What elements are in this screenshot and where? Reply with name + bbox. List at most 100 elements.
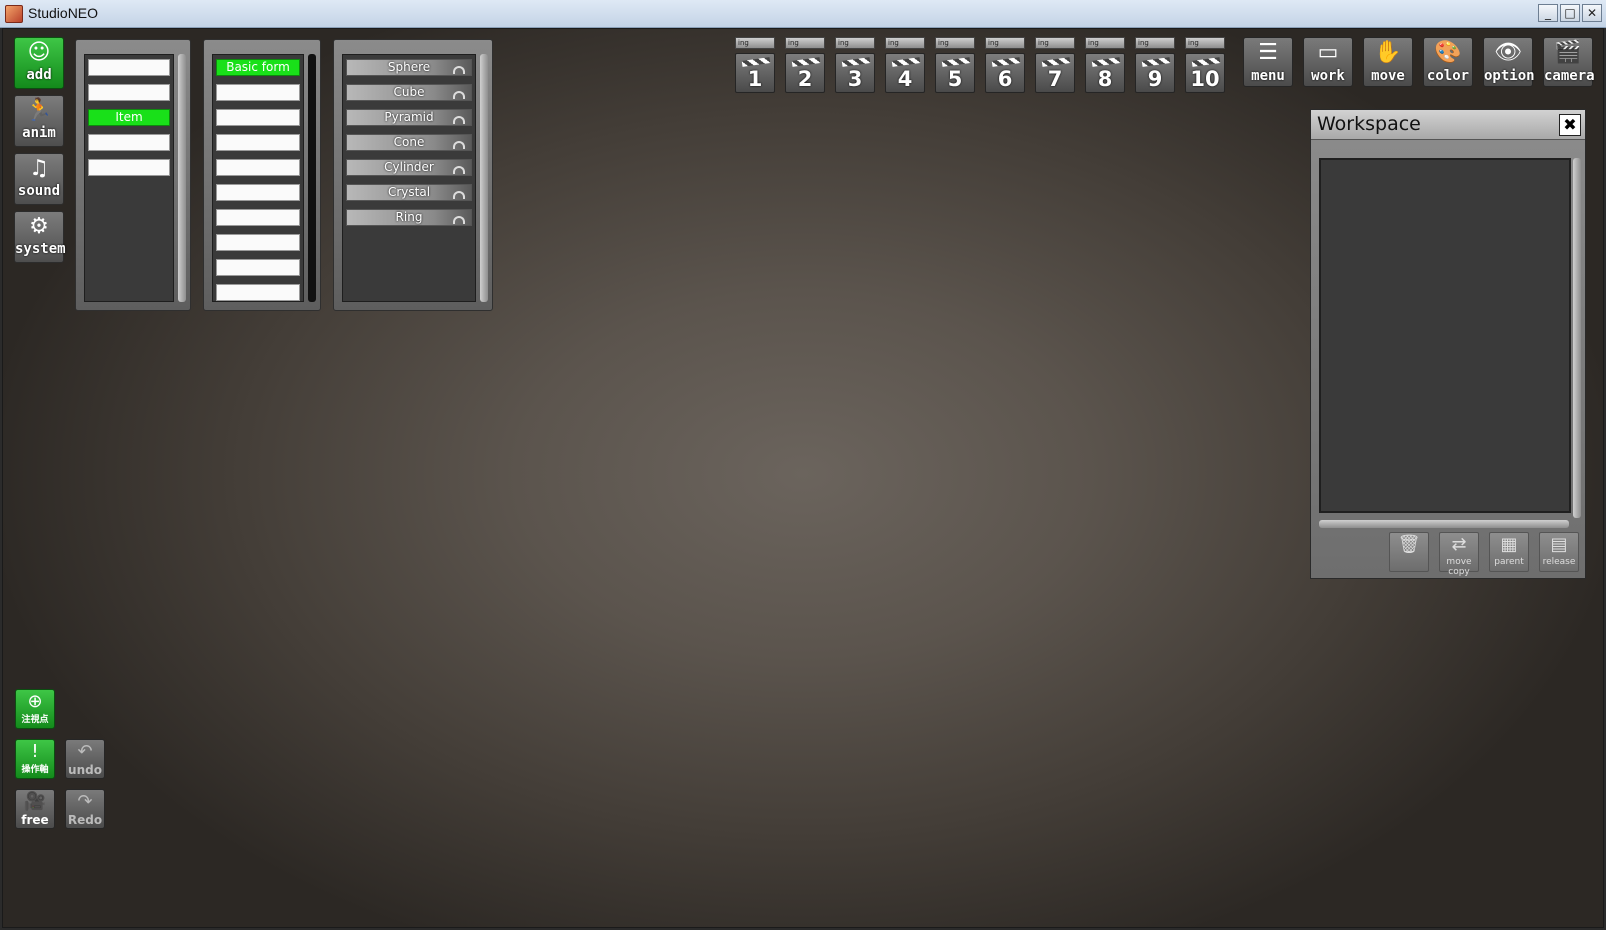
scene-button-6[interactable]: ing 6 (985, 37, 1025, 97)
clapperboard-icon: 10 (1185, 53, 1225, 93)
move-button[interactable]: ✋ move (1363, 37, 1413, 87)
parent-button[interactable]: ▦ parent (1489, 532, 1529, 572)
option-button[interactable]: 👁 option (1483, 37, 1535, 87)
toggle-icon (453, 66, 465, 74)
focus-point-button[interactable]: ⊕ 注視点 (15, 689, 55, 729)
manipulation-axis-button[interactable]: ! 操作軸 (15, 739, 55, 779)
redo-arrow-icon: ↷ (77, 791, 93, 812)
scene-button-10[interactable]: ing 10 (1185, 37, 1225, 97)
list-icon: ☰ (1258, 40, 1278, 65)
add-button[interactable]: ☺ add (14, 37, 64, 89)
undo-button[interactable]: ↶ undo (65, 739, 105, 779)
delete-button[interactable]: 🗑 (1389, 532, 1429, 572)
scrollbar[interactable] (480, 54, 488, 302)
music-note-icon: ♫ (29, 156, 49, 181)
toggle-icon (453, 216, 465, 224)
list-item[interactable] (216, 109, 300, 126)
clapperboard-icon: 2 (785, 53, 825, 93)
list-item-cube[interactable]: Cube (346, 84, 472, 101)
list-item[interactable] (216, 284, 300, 301)
horizontal-scrollbar[interactable] (1319, 520, 1569, 528)
list-item[interactable] (88, 59, 170, 76)
list-item[interactable] (216, 84, 300, 101)
move-copy-button[interactable]: ⇄ move copy (1439, 532, 1479, 577)
list-item[interactable] (216, 259, 300, 276)
title-bar: StudioNEO _ □ ✕ (0, 0, 1606, 28)
window-title: StudioNEO (28, 5, 99, 21)
workspace-header[interactable]: Workspace ✖ (1311, 110, 1585, 140)
axis-icon: ! (31, 741, 39, 762)
list-item-cone[interactable]: Cone (346, 134, 472, 151)
scene-button-4[interactable]: ing 4 (885, 37, 925, 97)
anim-button[interactable]: 🏃 anim (14, 95, 64, 147)
category-list-panel: Item (75, 39, 191, 311)
list-item[interactable] (88, 134, 170, 151)
workspace-title: Workspace (1317, 113, 1421, 135)
sound-button[interactable]: ♫ sound (14, 153, 64, 205)
clapperboard-icon: 6 (985, 53, 1025, 93)
list-item-sphere[interactable]: Sphere (346, 59, 472, 76)
scene-button-7[interactable]: ing 7 (1035, 37, 1075, 97)
redo-button[interactable]: ↷ Redo (65, 789, 105, 829)
workspace-tree[interactable] (1319, 158, 1571, 513)
scene-button-1[interactable]: ing 1 (735, 37, 775, 97)
clapperboard-icon: 7 (1035, 53, 1075, 93)
palette-icon: 🎨 (1434, 40, 1462, 65)
window-icon: ▭ (1317, 40, 1339, 65)
list-item-pyramid[interactable]: Pyramid (346, 109, 472, 126)
scene-button-9[interactable]: ing 9 (1135, 37, 1175, 97)
minimize-button[interactable]: _ (1538, 4, 1558, 22)
list-item-ring[interactable]: Ring (346, 209, 472, 226)
toggle-icon (453, 166, 465, 174)
toggle-icon (453, 191, 465, 199)
plus-circle-icon: ⊕ (27, 691, 43, 712)
close-window-button[interactable]: ✕ (1582, 4, 1602, 22)
clapperboard-icon: 9 (1135, 53, 1175, 93)
release-button[interactable]: ▤ release (1539, 532, 1579, 572)
list-item-item-selected[interactable]: Item (88, 109, 170, 126)
parent-icon: ▦ (1500, 534, 1518, 555)
clapperboard-icon: 8 (1085, 53, 1125, 93)
scene-button-8[interactable]: ing 8 (1085, 37, 1125, 97)
vertical-scrollbar[interactable] (1573, 158, 1581, 518)
running-person-icon: 🏃 (25, 98, 53, 123)
clapperboard-icon: 3 (835, 53, 875, 93)
workspace-window: Workspace ✖ 🗑 ⇄ move copy ▦ parent ▤ releas… (1310, 109, 1586, 579)
toggle-icon (453, 116, 465, 124)
close-icon[interactable]: ✖ (1559, 114, 1581, 136)
scrollbar[interactable] (308, 54, 316, 302)
list-item-basic-form-selected[interactable]: Basic form (216, 59, 300, 76)
eye-icon: 👁 (1494, 40, 1522, 65)
free-camera-button[interactable]: 🎥 free (15, 789, 55, 829)
list-item[interactable] (88, 84, 170, 101)
trash-icon: 🗑 (1397, 534, 1421, 555)
item-list-panel: Sphere Cube Pyramid Cone Cylinder Crysta… (333, 39, 493, 311)
color-button[interactable]: 🎨 color (1423, 37, 1473, 87)
list-item-crystal[interactable]: Crystal (346, 184, 472, 201)
list-item[interactable] (216, 184, 300, 201)
list-item[interactable] (216, 159, 300, 176)
list-item[interactable] (216, 134, 300, 151)
3d-viewport[interactable]: ☺ add 🏃 anim ♫ sound ⚙ system Item Basic… (2, 28, 1604, 928)
menu-button[interactable]: ☰ menu (1243, 37, 1293, 87)
hand-icon: ✋ (1374, 40, 1402, 65)
clapperboard-icon: 5 (935, 53, 975, 93)
scrollbar[interactable] (178, 54, 186, 302)
camera-button[interactable]: 🎬 camera (1543, 37, 1595, 87)
work-button[interactable]: ▭ work (1303, 37, 1353, 87)
list-item-cylinder[interactable]: Cylinder (346, 159, 472, 176)
app-icon (5, 5, 23, 23)
list-item[interactable] (88, 159, 170, 176)
undo-arrow-icon: ↶ (77, 741, 93, 762)
toggle-icon (453, 91, 465, 99)
gears-icon: ⚙ (29, 214, 49, 239)
clapperboard-icon: 4 (885, 53, 925, 93)
list-item[interactable] (216, 234, 300, 251)
system-button[interactable]: ⚙ system (14, 211, 66, 263)
maximize-button[interactable]: □ (1560, 4, 1580, 22)
scene-button-3[interactable]: ing 3 (835, 37, 875, 97)
list-item[interactable] (216, 209, 300, 226)
scene-button-5[interactable]: ing 5 (935, 37, 975, 97)
scene-button-2[interactable]: ing 2 (785, 37, 825, 97)
move-copy-icon: ⇄ (1451, 534, 1467, 555)
